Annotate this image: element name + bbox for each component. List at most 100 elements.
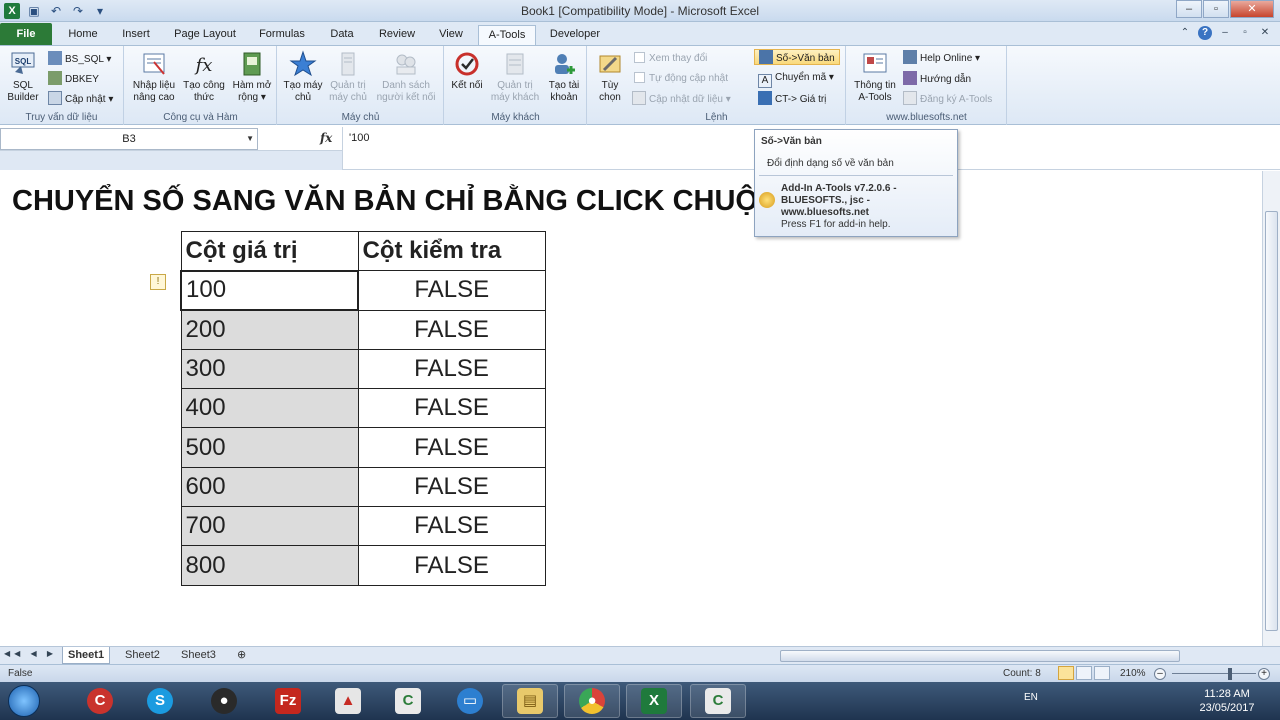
status-text: False — [8, 668, 33, 679]
sql-builder-button[interactable]: SQL SQL Builder — [2, 50, 44, 104]
ket-noi-button[interactable]: Kết nối — [449, 50, 485, 92]
svg-text:fx: fx — [194, 55, 213, 76]
cell-value[interactable]: 800 — [180, 545, 359, 586]
cell-value[interactable]: 400 — [180, 388, 359, 429]
tab-home[interactable]: Home — [58, 25, 108, 45]
taskbar-app-camtasia[interactable]: C — [380, 684, 436, 718]
workbook-close-icon[interactable]: ✕ — [1258, 26, 1272, 40]
taskbar-app-camtasia-recorder[interactable]: C — [690, 684, 746, 718]
cap-nhat-du-lieu-button[interactable]: Cập nhật dữ liệu ▾ — [632, 91, 731, 107]
cell-value[interactable]: 500 — [180, 427, 359, 468]
so-van-ban-button[interactable]: Số->Văn bản — [754, 49, 840, 65]
workbook-restore-icon[interactable]: ▫ — [1238, 26, 1252, 40]
insert-sheet-icon[interactable]: ⊕ — [232, 647, 251, 664]
tao-cong-thuc-button[interactable]: fx Tạo công thức — [181, 50, 227, 104]
xem-thay-doi-checkbox[interactable]: Xem thay đổi — [634, 51, 707, 67]
tab-data[interactable]: Data — [320, 25, 364, 45]
cell-check[interactable]: FALSE — [357, 348, 546, 390]
tab-developer[interactable]: Developer — [542, 25, 608, 45]
help-icon[interactable]: ? — [1198, 26, 1212, 40]
cell-value[interactable]: 300 — [180, 348, 359, 390]
zoom-in-icon[interactable]: + — [1258, 668, 1270, 680]
tab-page-layout[interactable]: Page Layout — [166, 25, 244, 45]
worksheet[interactable]: CHUYỂN SỐ SANG VĂN BẢN CHỈ BẰNG CLICK CH… — [0, 171, 1262, 646]
tao-may-chu-button[interactable]: Tạo máy chủ — [280, 50, 326, 104]
tuy-chon-button[interactable]: Tùy chọn — [592, 50, 628, 104]
minimize-button[interactable]: – — [1176, 0, 1202, 18]
cap-nhat-button[interactable]: Cập nhật ▾ — [48, 91, 113, 107]
error-warning-icon[interactable]: ! — [150, 274, 166, 290]
dbkey-button[interactable]: DBKEY — [48, 71, 99, 87]
tab-sheet3[interactable]: Sheet3 — [176, 647, 221, 664]
cell-check[interactable]: FALSE — [357, 545, 546, 586]
zoom-level[interactable]: 210% — [1120, 668, 1146, 679]
tab-formulas[interactable]: Formulas — [250, 25, 314, 45]
restore-button[interactable]: ▫ — [1203, 0, 1229, 18]
taskbar-app-foxit[interactable]: ▲ — [320, 684, 376, 718]
cell-check[interactable]: FALSE — [357, 270, 546, 311]
dang-ky-button[interactable]: Đăng ký A-Tools — [903, 91, 992, 107]
cell-value[interactable]: 700 — [180, 506, 359, 547]
tab-sheet2[interactable]: Sheet2 — [120, 647, 165, 664]
taskbar-app-obs[interactable]: ● — [196, 684, 252, 718]
cap-nhat-label: Cập nhật — [65, 94, 106, 105]
cell-value[interactable]: 100 — [180, 269, 359, 312]
tab-a-tools[interactable]: A-Tools — [478, 25, 536, 45]
name-box[interactable]: B3 ▼ — [0, 128, 258, 150]
tab-review[interactable]: Review — [370, 25, 424, 45]
cell-check[interactable]: FALSE — [357, 506, 546, 547]
cell-value[interactable]: 600 — [180, 466, 359, 508]
minimize-ribbon-icon[interactable]: ⌃ — [1178, 26, 1192, 40]
ct-gia-tri-button[interactable]: CT-> Giá trị — [758, 91, 826, 107]
vertical-scroll-thumb[interactable] — [1265, 211, 1278, 631]
window-controls: – ▫ ✕ — [1175, 0, 1274, 18]
taskbar-app-chrome[interactable]: ● — [564, 684, 620, 718]
cell-value[interactable]: 200 — [180, 309, 359, 350]
chuyen-ma-button[interactable]: A Chuyển mã ▾ — [758, 70, 834, 88]
vertical-scrollbar[interactable] — [1262, 171, 1280, 646]
taskbar-app-ccleaner[interactable]: C — [72, 684, 128, 718]
tao-tai-khoan-button[interactable]: Tạo tài khoản — [545, 50, 583, 104]
normal-view-icon[interactable] — [1058, 666, 1074, 680]
taskbar-app-excel[interactable]: X — [626, 684, 682, 718]
options-tools-icon — [599, 55, 621, 73]
nhap-lieu-button[interactable]: Nhập liệu nâng cao — [129, 50, 179, 104]
header-cot-gia-tri[interactable]: Cột giá trị — [180, 230, 359, 272]
tab-view[interactable]: View — [430, 25, 472, 45]
name-box-dropdown-icon[interactable]: ▼ — [246, 129, 254, 149]
workbook-minimize-icon[interactable]: – — [1218, 26, 1232, 40]
taskbar-clock[interactable]: 11:28 AM 23/05/2017 — [1192, 687, 1262, 715]
tab-sheet1[interactable]: Sheet1 — [62, 647, 111, 664]
cap-nhat-du-lieu-label: Cập nhật dữ liệu — [649, 94, 723, 105]
cell-check[interactable]: FALSE — [357, 466, 546, 508]
thong-tin-button[interactable]: Thông tin A-Tools — [849, 50, 901, 104]
zoom-slider[interactable]: – + — [1154, 667, 1274, 681]
tab-insert[interactable]: Insert — [112, 25, 160, 45]
quan-tri-may-chu-button[interactable]: Quản trị máy chủ — [326, 50, 370, 104]
page-layout-view-icon[interactable] — [1076, 666, 1092, 680]
tu-dong-checkbox[interactable]: Tự động cập nhật — [634, 71, 728, 87]
huong-dan-button[interactable]: Hướng dẫn — [903, 71, 971, 87]
taskbar-app-filezilla[interactable]: Fz — [260, 684, 316, 718]
language-indicator[interactable]: EN — [1024, 692, 1038, 703]
zoom-out-icon[interactable]: – — [1154, 668, 1166, 680]
page-break-view-icon[interactable] — [1094, 666, 1110, 680]
taskbar-app-remote[interactable]: ▭ — [442, 684, 498, 718]
cell-check[interactable]: FALSE — [357, 427, 546, 468]
taskbar-app-explorer[interactable]: ▤ — [502, 684, 558, 718]
cell-check[interactable]: FALSE — [357, 309, 546, 350]
ham-mo-rong-button[interactable]: Hàm mở rộng ▾ — [229, 50, 275, 104]
tab-file[interactable]: File — [0, 23, 52, 45]
help-online-button[interactable]: Help Online ▾ — [903, 50, 980, 66]
zoom-knob[interactable] — [1228, 668, 1232, 680]
taskbar-app-skype[interactable]: S — [132, 684, 188, 718]
bs-sql-button[interactable]: BS_SQL ▾ — [48, 51, 111, 67]
quan-tri-may-khach-button[interactable]: Quản trị máy khách — [487, 50, 543, 104]
danh-sach-button[interactable]: Danh sách người kết nối — [372, 50, 440, 104]
close-button[interactable]: ✕ — [1230, 0, 1274, 18]
start-button[interactable] — [8, 685, 40, 717]
cell-check[interactable]: FALSE — [357, 388, 546, 429]
insert-function-fx-icon[interactable]: fx — [320, 131, 332, 145]
header-cot-kiem-tra[interactable]: Cột kiểm tra — [357, 230, 546, 272]
horizontal-scrollbar[interactable] — [780, 650, 1180, 662]
